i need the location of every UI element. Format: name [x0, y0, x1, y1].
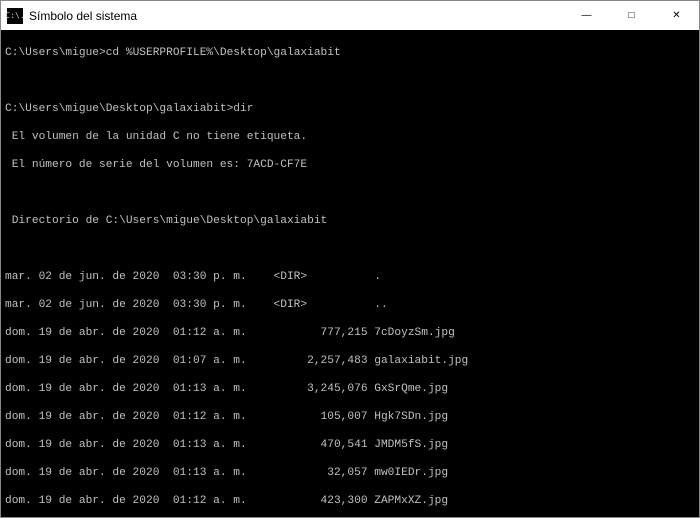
listing-row: mar. 02 de jun. de 2020 03:30 p. m. <DIR… — [5, 298, 695, 312]
prompt-sep: > — [99, 47, 106, 59]
dirof-line: Directorio de C:\Users\migue\Desktop\gal… — [5, 214, 695, 228]
close-button[interactable]: ✕ — [654, 1, 699, 30]
blank-line — [5, 74, 695, 88]
vol-line: El volumen de la unidad C no tiene etiqu… — [5, 130, 695, 144]
listing-row: dom. 19 de abr. de 2020 01:12 a. m. 105,… — [5, 410, 695, 424]
titlebar[interactable]: C:\. Símbolo del sistema — □ ✕ — [1, 1, 699, 30]
cmd-window: C:\. Símbolo del sistema — □ ✕ C:\Users\… — [0, 0, 700, 518]
prompt-path: C:\Users\migue\Desktop\galaxiabit — [5, 103, 227, 115]
cmd-dir: dir — [233, 103, 253, 115]
blank-line — [5, 186, 695, 200]
listing-row: dom. 19 de abr. de 2020 01:13 a. m. 3,24… — [5, 382, 695, 396]
minimize-button[interactable]: — — [564, 1, 609, 30]
listing-row: dom. 19 de abr. de 2020 01:12 a. m. 423,… — [5, 494, 695, 508]
cmd-icon: C:\. — [7, 8, 23, 24]
prompt-line: C:\Users\migue\Desktop\galaxiabit>dir — [5, 102, 695, 116]
terminal-output[interactable]: C:\Users\migue>cd %USERPROFILE%\Desktop\… — [1, 30, 699, 517]
listing-row: mar. 02 de jun. de 2020 03:30 p. m. <DIR… — [5, 270, 695, 284]
window-title: Símbolo del sistema — [29, 9, 137, 23]
prompt-line: C:\Users\migue>cd %USERPROFILE%\Desktop\… — [5, 46, 695, 60]
cmd-cd: cd %USERPROFILE%\Desktop\galaxiabit — [106, 47, 341, 59]
blank-line — [5, 242, 695, 256]
maximize-button[interactable]: □ — [609, 1, 654, 30]
listing-row: dom. 19 de abr. de 2020 01:13 a. m. 32,0… — [5, 466, 695, 480]
serial-line: El número de serie del volumen es: 7ACD-… — [5, 158, 695, 172]
listing-row: dom. 19 de abr. de 2020 01:13 a. m. 470,… — [5, 438, 695, 452]
listing-row: dom. 19 de abr. de 2020 01:12 a. m. 777,… — [5, 326, 695, 340]
prompt-path: C:\Users\migue — [5, 47, 99, 59]
listing-row: dom. 19 de abr. de 2020 01:07 a. m. 2,25… — [5, 354, 695, 368]
